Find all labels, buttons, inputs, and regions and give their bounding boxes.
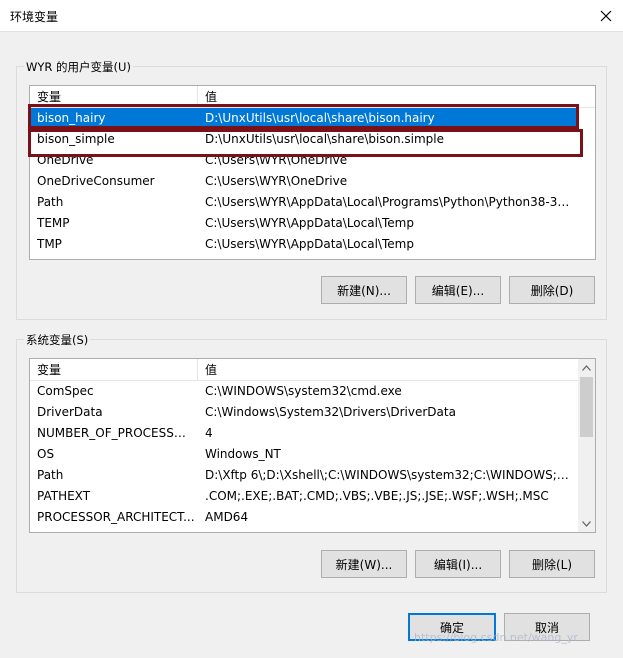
variable-name-cell: PROCESSOR_ARCHITECT... (37, 510, 195, 524)
highlight-box-bison-simple (28, 129, 583, 157)
scroll-thumb[interactable] (580, 377, 593, 437)
user-delete-button[interactable]: 删除(D) (509, 276, 595, 304)
chevron-up-icon (582, 364, 591, 371)
variable-value-cell: C:\WINDOWS\system32\cmd.exe (205, 384, 402, 398)
table-row[interactable]: OS Windows_NT (30, 444, 578, 465)
variable-name-cell: Path (37, 468, 64, 482)
variable-value-cell: C:\Users\WYR\AppData\Local\Programs\Pyth… (205, 195, 571, 209)
table-row[interactable]: PATHEXT .COM;.EXE;.BAT;.CMD;.VBS;.VBE;.JS… (30, 486, 578, 507)
title-bar: 环境变量 (0, 0, 623, 31)
variable-name-cell: TEMP (37, 216, 70, 230)
table-row[interactable]: PROCESSOR_ARCHITECT... AMD64 (30, 507, 578, 528)
scroll-up-button[interactable] (578, 359, 595, 376)
user-edit-button[interactable]: 编辑(E)... (415, 276, 501, 304)
close-icon (600, 10, 612, 21)
close-button[interactable] (589, 0, 623, 31)
variable-value-cell: C:\Users\WYR\AppData\Local\Temp (205, 237, 414, 251)
variable-name-cell: OS (37, 447, 55, 461)
variable-name-cell: PATHEXT (37, 489, 91, 503)
variable-value-cell: Windows_NT (205, 447, 281, 461)
column-header-variable[interactable]: 变量 (30, 359, 198, 381)
watermark: https://blog.csdn.net/wang_yr (414, 631, 578, 644)
system-vars-scrollbar[interactable] (578, 359, 595, 532)
variable-value-cell: C:\Windows\System32\Drivers\DriverData (205, 405, 456, 419)
variable-value-cell: .COM;.EXE;.BAT;.CMD;.VBS;.VBE;.JS;.JSE;.… (205, 489, 549, 503)
table-row[interactable]: Path D:\Xftp 6\;D:\Xshell\;C:\WINDOWS\sys… (30, 465, 578, 486)
scroll-down-button[interactable] (578, 515, 595, 532)
chevron-down-icon (582, 520, 591, 527)
window-title: 环境变量 (10, 10, 59, 24)
system-vars-header: 变量 值 (30, 359, 578, 381)
user-new-button[interactable]: 新建(N)... (321, 276, 407, 304)
system-vars-list[interactable]: 变量 值 ComSpec C:\WINDOWS\system32\cmd.exe D… (29, 358, 596, 533)
variable-value-cell: AMD64 (205, 510, 249, 524)
table-row[interactable]: TEMP C:\Users\WYR\AppData\Local\Temp (30, 213, 577, 234)
title-divider (0, 31, 623, 32)
table-row[interactable]: DriverData C:\Windows\System32\Drivers\Dr… (30, 402, 578, 423)
highlight-box-bison-hairy (28, 104, 579, 129)
system-edit-button[interactable]: 编辑(I)... (415, 550, 501, 578)
variable-value-cell: C:\Users\WYR\AppData\Local\Temp (205, 216, 414, 230)
variable-value-cell: C:\Users\WYR\OneDrive (205, 174, 348, 188)
variable-value-cell: D:\Xftp 6\;D:\Xshell\;C:\WINDOWS\system3… (205, 468, 572, 482)
system-delete-button[interactable]: 删除(L) (509, 550, 595, 578)
table-row[interactable]: Path C:\Users\WYR\AppData\Local\Programs\… (30, 192, 577, 213)
variable-name-cell: NUMBER_OF_PROCESSORS (37, 426, 195, 440)
system-new-button[interactable]: 新建(W)... (321, 550, 407, 578)
table-row[interactable]: ComSpec C:\WINDOWS\system32\cmd.exe (30, 381, 578, 402)
variable-name-cell: DriverData (37, 405, 103, 419)
variable-name-cell: TMP (37, 237, 62, 251)
table-row[interactable]: NUMBER_OF_PROCESSORS 4 (30, 423, 578, 444)
variable-name-cell: ComSpec (37, 384, 94, 398)
column-header-value[interactable]: 值 (198, 359, 217, 381)
table-row[interactable]: TMP C:\Users\WYR\AppData\Local\Temp (30, 234, 577, 255)
user-vars-label: WYR 的用户变量(U) (24, 59, 133, 75)
variable-value-cell: 4 (205, 426, 213, 440)
system-vars-label: 系统变量(S) (24, 332, 91, 348)
variable-name-cell: OneDriveConsumer (37, 174, 155, 188)
variable-name-cell: Path (37, 195, 64, 209)
table-row[interactable]: OneDriveConsumer C:\Users\WYR\OneDrive (30, 171, 577, 192)
